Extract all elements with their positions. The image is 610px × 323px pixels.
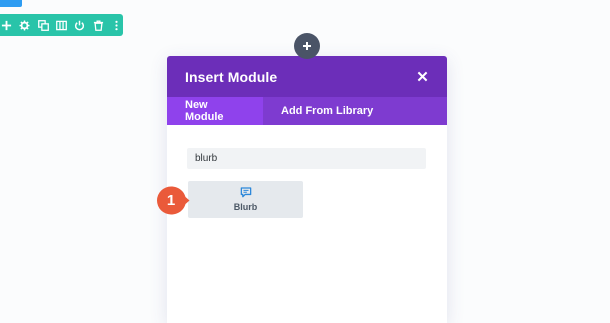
module-label: Blurb (233, 202, 258, 212)
more-icon[interactable] (111, 19, 123, 32)
add-icon[interactable] (0, 19, 12, 32)
trash-icon[interactable] (92, 19, 104, 32)
step-callout-badge: 1 (156, 185, 190, 216)
modal-title: Insert Module (185, 68, 278, 85)
callout-number: 1 (166, 192, 176, 209)
modal-header: Insert Module (167, 56, 447, 97)
modal-tabs: New Module Add From Library (167, 97, 447, 125)
module-card-blurb[interactable]: Blurb (188, 181, 303, 218)
tab-new-module[interactable]: New Module (167, 97, 263, 125)
modal-body: Blurb (167, 125, 447, 218)
section-tab[interactable] (0, 0, 22, 7)
gear-icon[interactable] (18, 19, 30, 32)
row-toolbar (0, 14, 123, 36)
close-button[interactable] (415, 70, 429, 84)
duplicate-icon[interactable] (37, 19, 49, 32)
power-icon[interactable] (74, 19, 86, 32)
blurb-icon (240, 187, 251, 198)
tab-add-from-library[interactable]: Add From Library (263, 97, 391, 125)
columns-icon[interactable] (55, 19, 67, 32)
insert-module-modal: Insert Module New Module Add From Librar… (167, 56, 447, 323)
add-module-button[interactable] (294, 33, 320, 59)
page: Insert Module New Module Add From Librar… (0, 0, 610, 323)
plus-icon (303, 42, 311, 50)
module-search-input[interactable] (187, 148, 426, 169)
close-icon (417, 71, 427, 82)
